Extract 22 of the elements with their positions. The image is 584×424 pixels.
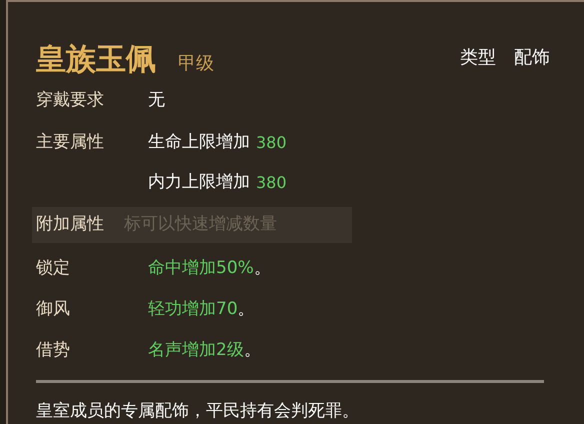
bonus-effect: 命中增加50% <box>148 257 254 280</box>
type-label: 类型 <box>460 49 496 68</box>
stat-value: 380 <box>256 172 287 194</box>
stat-value: 380 <box>256 132 287 154</box>
bonus-name: 借势 <box>36 339 71 362</box>
section-label: 附加属性 <box>36 213 104 236</box>
bonus-effect: 名声增加2级 <box>148 339 244 362</box>
item-name: 皇族玉佩 <box>36 45 156 76</box>
stat-name: 内力上限增加 <box>148 171 250 194</box>
bonus-name: 锁定 <box>36 257 71 280</box>
type-value: 配饰 <box>514 49 550 68</box>
bonus-name: 御风 <box>36 298 71 322</box>
requirement-label: 穿戴要求 <box>36 89 105 112</box>
item-description: 皇室成员的专属配饰，平民持有会判死罪。 <box>36 400 360 423</box>
full-stop: 。 <box>254 257 271 280</box>
full-stop: 。 <box>244 339 261 362</box>
stat-name: 生命上限增加 <box>148 131 250 154</box>
requirement-value: 无 <box>148 89 165 112</box>
attribute-label: 主要属性 <box>36 131 105 154</box>
full-stop: 。 <box>238 298 255 322</box>
bonus-effect: 轻功增加70 <box>148 298 238 322</box>
item-grade: 甲级 <box>178 55 214 74</box>
